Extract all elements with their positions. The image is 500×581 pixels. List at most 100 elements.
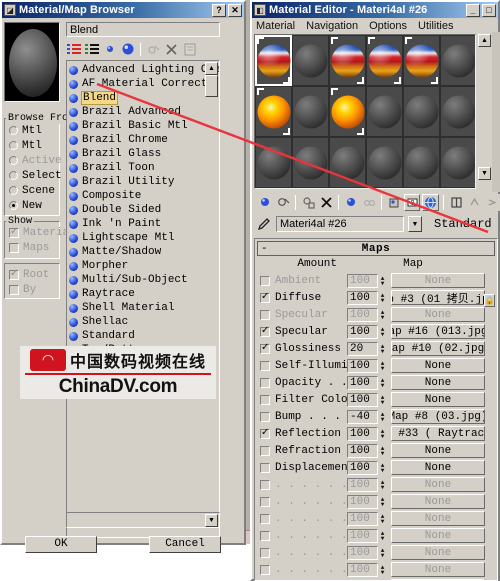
map-amount-input[interactable]: 100 bbox=[347, 545, 378, 560]
material-list-scrollbar[interactable]: ▲ bbox=[205, 62, 218, 537]
slots-scroll-down-icon[interactable]: ▼ bbox=[478, 167, 491, 180]
map-assign-button[interactable]: Map #16 (013.jpg) bbox=[391, 324, 485, 339]
sample-slot[interactable] bbox=[255, 137, 292, 188]
map-assign-button[interactable]: Map #10 (02.jpg) bbox=[391, 341, 485, 356]
map-amount-input[interactable]: -40 bbox=[347, 409, 378, 424]
map-assign-button[interactable]: None bbox=[391, 562, 485, 577]
map-assign-button[interactable]: None bbox=[391, 273, 485, 288]
map-enable-checkbox[interactable] bbox=[260, 394, 270, 405]
sample-slot[interactable] bbox=[329, 137, 366, 188]
material-list-item[interactable]: Matte/Shadow bbox=[69, 245, 219, 259]
browser-search-field[interactable]: Blend bbox=[66, 22, 220, 37]
material-list-item[interactable]: Shell Material bbox=[69, 301, 219, 315]
map-amount-spinner-icon[interactable]: ▲▼ bbox=[378, 342, 387, 356]
list-scroll-thumb[interactable] bbox=[205, 75, 218, 97]
bottom-combo-dropdown-icon[interactable]: ▼ bbox=[205, 513, 218, 527]
map-amount-input[interactable]: 100 bbox=[347, 460, 378, 475]
maximize-button[interactable]: □ bbox=[482, 3, 496, 17]
sample-slots-scrollbar[interactable]: ▲ ▼ bbox=[478, 34, 491, 189]
make-unique-icon[interactable] bbox=[361, 193, 377, 211]
sample-slot[interactable] bbox=[403, 137, 440, 188]
map-enable-checkbox[interactable] bbox=[260, 547, 270, 558]
sample-slot[interactable] bbox=[292, 86, 329, 137]
browse-from-option[interactable]: Scene bbox=[9, 183, 61, 198]
map-enable-checkbox[interactable] bbox=[260, 275, 270, 286]
maps-collapse-icon[interactable]: - bbox=[261, 243, 268, 255]
view-small-icons-icon[interactable] bbox=[102, 42, 117, 57]
material-list-item[interactable]: Blend bbox=[69, 91, 219, 105]
menu-utilities[interactable]: Utilities bbox=[418, 20, 453, 32]
assign-material-icon[interactable] bbox=[300, 193, 316, 211]
sample-slot[interactable] bbox=[329, 86, 366, 137]
map-assign-button[interactable]: None bbox=[391, 494, 485, 509]
material-name-field[interactable]: Materi4al #26 bbox=[276, 216, 404, 232]
minimize-button[interactable]: _ bbox=[466, 3, 480, 17]
go-forward-to-sibling-icon[interactable] bbox=[484, 193, 500, 211]
material-list-item[interactable]: Raytrace bbox=[69, 287, 219, 301]
map-amount-spinner-icon[interactable]: ▲▼ bbox=[378, 563, 387, 577]
map-enable-checkbox[interactable] bbox=[260, 291, 270, 303]
menu-navigation[interactable]: Navigation bbox=[306, 20, 358, 32]
map-enable-checkbox[interactable] bbox=[260, 530, 270, 541]
map-amount-input[interactable]: 100 bbox=[347, 273, 378, 288]
material-list-item[interactable]: Standard bbox=[69, 329, 219, 343]
browser-preview-box[interactable] bbox=[4, 22, 60, 102]
map-enable-checkbox[interactable] bbox=[260, 309, 270, 320]
map-amount-input[interactable]: 100 bbox=[347, 375, 378, 390]
slots-scroll-up-icon[interactable]: ▲ bbox=[478, 34, 491, 47]
material-list-item[interactable]: Lightscape Mtl bbox=[69, 231, 219, 245]
map-assign-button[interactable]: None bbox=[391, 477, 485, 492]
sample-slot[interactable] bbox=[403, 86, 440, 137]
material-list-item[interactable]: Double Sided bbox=[69, 203, 219, 217]
go-to-parent-icon[interactable] bbox=[466, 193, 482, 211]
map-amount-spinner-icon[interactable]: ▲▼ bbox=[378, 512, 387, 526]
browse-from-option[interactable]: New bbox=[9, 198, 61, 213]
cancel-button[interactable]: Cancel bbox=[149, 535, 221, 553]
close-button[interactable]: ✕ bbox=[228, 3, 242, 17]
sample-slot[interactable] bbox=[366, 137, 403, 188]
map-amount-spinner-icon[interactable]: ▲▼ bbox=[378, 393, 387, 407]
maps-rollout-header[interactable]: - Maps bbox=[257, 241, 495, 256]
get-material-icon[interactable] bbox=[257, 193, 273, 211]
sample-slots-grid[interactable] bbox=[255, 35, 475, 188]
map-amount-spinner-icon[interactable]: ▲▼ bbox=[378, 427, 387, 441]
map-enable-checkbox[interactable] bbox=[260, 377, 270, 388]
material-effects-channel-icon[interactable]: 0 bbox=[404, 193, 420, 211]
sample-slot[interactable] bbox=[366, 35, 403, 86]
reset-map-icon[interactable] bbox=[318, 193, 334, 211]
map-amount-input[interactable]: 100 bbox=[347, 324, 378, 339]
map-amount-spinner-icon[interactable]: ▲▼ bbox=[378, 546, 387, 560]
menu-options[interactable]: Options bbox=[369, 20, 407, 32]
map-amount-input[interactable]: 100 bbox=[347, 443, 378, 458]
map-amount-input[interactable]: 100 bbox=[347, 494, 378, 509]
clear-library-icon[interactable] bbox=[182, 42, 197, 57]
map-amount-input[interactable]: 100 bbox=[347, 307, 378, 322]
map-amount-input[interactable]: 100 bbox=[347, 358, 378, 373]
map-amount-spinner-icon[interactable]: ▲▼ bbox=[378, 410, 387, 424]
map-enable-checkbox[interactable] bbox=[260, 411, 270, 422]
map-amount-input[interactable]: 100 bbox=[347, 477, 378, 492]
material-list-item[interactable]: Composite bbox=[69, 189, 219, 203]
material-type-button[interactable]: Standard bbox=[434, 217, 492, 231]
map-amount-spinner-icon[interactable]: ▲▼ bbox=[378, 478, 387, 492]
material-list-item[interactable]: Brazil Advanced bbox=[69, 105, 219, 119]
material-list-item[interactable]: Brazil Glass bbox=[69, 147, 219, 161]
list-scroll-up-icon[interactable]: ▲ bbox=[205, 62, 218, 75]
material-list-item[interactable]: Brazil Chrome bbox=[69, 133, 219, 147]
view-list-icons-icon[interactable] bbox=[84, 42, 99, 57]
sample-slot[interactable] bbox=[292, 137, 329, 188]
sample-slot[interactable] bbox=[403, 35, 440, 86]
maps-lock-icon[interactable]: 🔒 bbox=[484, 294, 495, 307]
map-enable-checkbox[interactable] bbox=[260, 462, 270, 473]
show-end-result-icon[interactable] bbox=[448, 193, 464, 211]
pick-material-from-object-icon[interactable] bbox=[254, 216, 272, 232]
view-large-icons-icon[interactable] bbox=[120, 42, 135, 57]
map-amount-spinner-icon[interactable]: ▲▼ bbox=[378, 308, 387, 322]
browser-bottom-combo[interactable]: ▼ bbox=[66, 512, 220, 528]
show-map-in-viewport-icon[interactable] bbox=[422, 193, 439, 211]
map-assign-button[interactable]: None bbox=[391, 392, 485, 407]
material-list-item[interactable]: Brazil Utility bbox=[69, 175, 219, 189]
sample-slot[interactable] bbox=[329, 35, 366, 86]
map-assign-button[interactable]: Map #3 (01 拷贝.jpg) bbox=[391, 290, 485, 305]
map-amount-spinner-icon[interactable]: ▲▼ bbox=[378, 274, 387, 288]
